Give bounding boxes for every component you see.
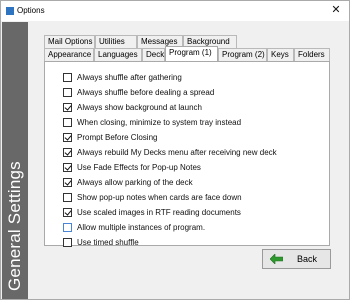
checkbox[interactable] [63, 147, 72, 157]
checkbox[interactable] [63, 177, 72, 187]
side-banner-text: General Settings [5, 161, 24, 291]
tab-program-1[interactable]: Program (1) [165, 46, 218, 61]
option-shuffle-after-gathering[interactable]: Always shuffle after gathering [63, 71, 182, 83]
close-button[interactable]: ✕ [329, 4, 343, 17]
option-label: Use scaled images in RTF reading documen… [77, 207, 241, 217]
option-label: Always allow parking of the deck [77, 177, 193, 187]
option-label: Always rebuild My Decks menu after recei… [77, 147, 277, 157]
back-button[interactable]: Back [262, 249, 331, 269]
program-1-panel: Always shuffle after gathering Always sh… [44, 61, 330, 248]
app-icon [6, 7, 14, 15]
title-bar: Options ✕ [1, 1, 349, 21]
option-label: Show pop-up notes when cards are face do… [77, 192, 242, 202]
checkbox[interactable] [63, 237, 72, 247]
back-button-label: Back [297, 254, 318, 264]
tab-keys[interactable]: Keys [267, 48, 294, 61]
option-label: Use Fade Effects for Pop-up Notes [77, 162, 201, 172]
option-shuffle-before-dealing[interactable]: Always shuffle before dealing a spread [63, 86, 214, 98]
checkbox[interactable] [63, 192, 72, 202]
option-label: Always shuffle after gathering [77, 72, 182, 82]
option-timed-shuffle[interactable]: Use timed shuffle [63, 236, 139, 248]
option-prompt-before-closing[interactable]: Prompt Before Closing [63, 131, 157, 143]
tab-mail-options[interactable]: Mail Options [44, 35, 95, 48]
checkbox[interactable] [63, 102, 72, 112]
option-label: Always show background at launch [77, 102, 202, 112]
option-minimize-to-tray[interactable]: When closing, minimize to system tray in… [63, 116, 241, 128]
option-label: Prompt Before Closing [77, 132, 158, 142]
checkbox[interactable] [63, 207, 72, 217]
checkbox[interactable] [63, 132, 72, 142]
tab-appearance[interactable]: Appearance [44, 48, 94, 61]
checkbox[interactable] [63, 162, 72, 172]
option-label: Use timed shuffle [77, 237, 139, 247]
tab-folders[interactable]: Folders [294, 48, 330, 61]
option-allow-parking[interactable]: Always allow parking of the deck [63, 176, 193, 188]
window-title: Options [17, 6, 45, 15]
option-fade-effects[interactable]: Use Fade Effects for Pop-up Notes [63, 161, 201, 173]
checkbox[interactable] [63, 222, 72, 232]
options-window: Options ✕ General Settings Mail Options … [0, 0, 350, 300]
option-label: Allow multiple instances of program. [77, 222, 206, 232]
option-rebuild-my-decks-menu[interactable]: Always rebuild My Decks menu after recei… [63, 146, 277, 158]
side-banner: General Settings [2, 22, 28, 299]
option-label: When closing, minimize to system tray in… [77, 117, 242, 127]
checkbox[interactable] [63, 117, 72, 127]
tab-languages[interactable]: Languages [94, 48, 142, 61]
option-show-background-at-launch[interactable]: Always show background at launch [63, 101, 202, 113]
tab-program-2[interactable]: Program (2) [218, 48, 267, 61]
tab-deck[interactable]: Deck [142, 48, 165, 61]
checkbox[interactable] [63, 72, 72, 82]
option-popup-notes-face-down[interactable]: Show pop-up notes when cards are face do… [63, 191, 242, 203]
option-multiple-instances[interactable]: Allow multiple instances of program. [63, 221, 205, 233]
tab-utilities[interactable]: Utilities [95, 35, 137, 48]
option-label: Always shuffle before dealing a spread [77, 87, 215, 97]
checkbox[interactable] [63, 87, 72, 97]
green-left-arrow-icon [270, 254, 283, 264]
option-scaled-images-rtf[interactable]: Use scaled images in RTF reading documen… [63, 206, 241, 218]
